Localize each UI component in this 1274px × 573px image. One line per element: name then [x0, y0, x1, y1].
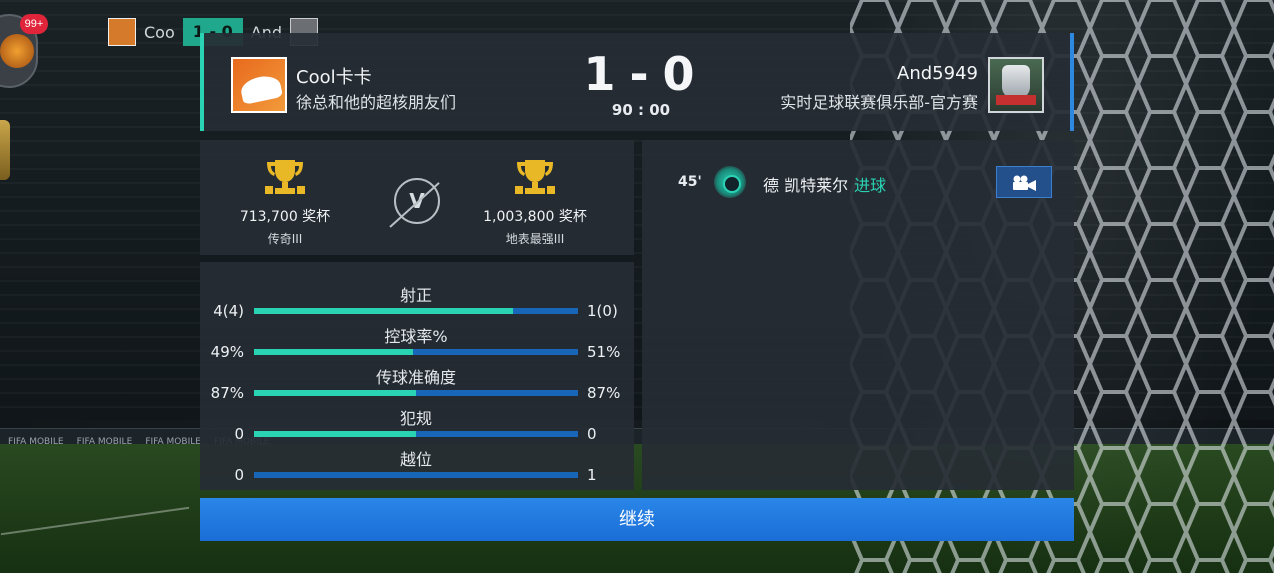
stat-away-value: 1(0) — [587, 302, 618, 320]
stat-label: 越位 — [399, 450, 432, 469]
stat-bar — [254, 308, 578, 314]
match-time: 90 : 00 — [611, 101, 671, 119]
stat-row-offsides: 越位 0 1 — [200, 446, 634, 486]
stat-bar-home-fill — [254, 349, 413, 355]
away-club-name: 实时足球联赛俱乐部-官方赛 — [780, 93, 978, 112]
video-camera-icon — [1013, 175, 1036, 191]
away-trophy-block: 1,003,800 奖杯 地表最强III — [460, 158, 610, 247]
stat-label: 射正 — [399, 286, 432, 305]
stat-row-fouls: 犯规 0 0 — [200, 405, 634, 445]
helmet-shape — [1002, 65, 1030, 99]
home-score: 1 — [583, 47, 620, 101]
stat-label: 控球率% — [384, 327, 448, 346]
event-player: 德 凯特莱尔 — [763, 176, 849, 195]
event-type: 进球 — [854, 176, 887, 195]
home-club-name: 徐总和他的超核朋友们 — [296, 93, 457, 112]
away-player-name: And5949 — [897, 63, 978, 84]
home-trophy-block: 713,700 奖杯 传奇III — [210, 158, 360, 247]
home-rank: 传奇III — [267, 232, 303, 246]
stat-home-value: 87% — [210, 384, 244, 402]
event-row: 45' 德 凯特莱尔 进球 — [642, 166, 1074, 200]
board-text: FIFA MOBILE — [8, 437, 64, 447]
away-score: 0 — [662, 47, 699, 101]
notification-badge: 99+ — [20, 14, 48, 34]
away-trophy-count: 1,003,800 奖杯 — [483, 209, 587, 225]
side-menu-tab[interactable] — [0, 120, 10, 180]
knight-helmet-badge-icon — [988, 57, 1044, 113]
stat-bar — [254, 390, 578, 396]
stat-row-shots-on-target: 射正 4(4) 1(0) — [200, 282, 634, 322]
home-trophy-count: 713,700 奖杯 — [239, 209, 331, 225]
stat-home-value: 0 — [234, 425, 244, 443]
mini-home-name: Coo — [144, 22, 175, 42]
stat-bar — [254, 431, 578, 437]
football-goal-icon — [714, 166, 746, 198]
home-team-mini-logo-icon — [108, 18, 136, 46]
stat-label: 传球准确度 — [375, 368, 456, 387]
trophy-icon — [265, 160, 305, 194]
stat-away-value: 87% — [587, 384, 621, 402]
board-text: FIFA MOBILE — [145, 437, 201, 447]
event-description: 德 凯特莱尔 进球 — [763, 172, 886, 196]
match-events-panel: 45' 德 凯特莱尔 进球 — [642, 140, 1074, 490]
stat-away-value: 0 — [587, 425, 597, 443]
stat-home-value: 49% — [210, 343, 244, 361]
cartoon-footballer-logo-icon — [231, 57, 287, 113]
match-result-header: Cool卡卡 徐总和他的超核朋友们 1-0 90 : 00 And5949 实时… — [200, 33, 1074, 131]
event-minute: 45' — [678, 174, 702, 190]
score-separator: - — [629, 47, 653, 101]
stat-bar — [254, 349, 578, 355]
stat-bar-home-fill — [254, 308, 514, 314]
stat-away-value: 1 — [587, 466, 597, 484]
away-rank: 地表最强III — [505, 232, 565, 246]
home-player-name: Cool卡卡 — [296, 67, 372, 88]
stat-bar — [254, 472, 578, 478]
stat-away-value: 51% — [587, 343, 621, 361]
avatar-icon — [0, 34, 34, 68]
board-text: FIFA MOBILE — [76, 437, 133, 447]
trophy-icon — [515, 160, 555, 194]
stat-bar-home-fill — [254, 390, 416, 396]
trophies-panel: 713,700 奖杯 传奇III V 1,003,800 奖杯 地表最强III — [200, 140, 634, 255]
continue-button[interactable]: 继续 — [200, 498, 1074, 541]
replay-button[interactable] — [996, 166, 1052, 198]
match-stats-panel: 射正 4(4) 1(0) 控球率% 49% 51% 传球准确度 87% 87% … — [200, 262, 634, 490]
stat-row-pass-accuracy: 传球准确度 87% 87% — [200, 364, 634, 404]
final-score: 1-0 — [581, 47, 701, 101]
stat-home-value: 0 — [234, 466, 244, 484]
stat-bar-home-fill — [254, 431, 416, 437]
stat-label: 犯规 — [399, 409, 432, 428]
stat-home-value: 4(4) — [213, 302, 244, 320]
stat-row-possession: 控球率% 49% 51% — [200, 323, 634, 363]
badge-tag — [996, 95, 1036, 105]
